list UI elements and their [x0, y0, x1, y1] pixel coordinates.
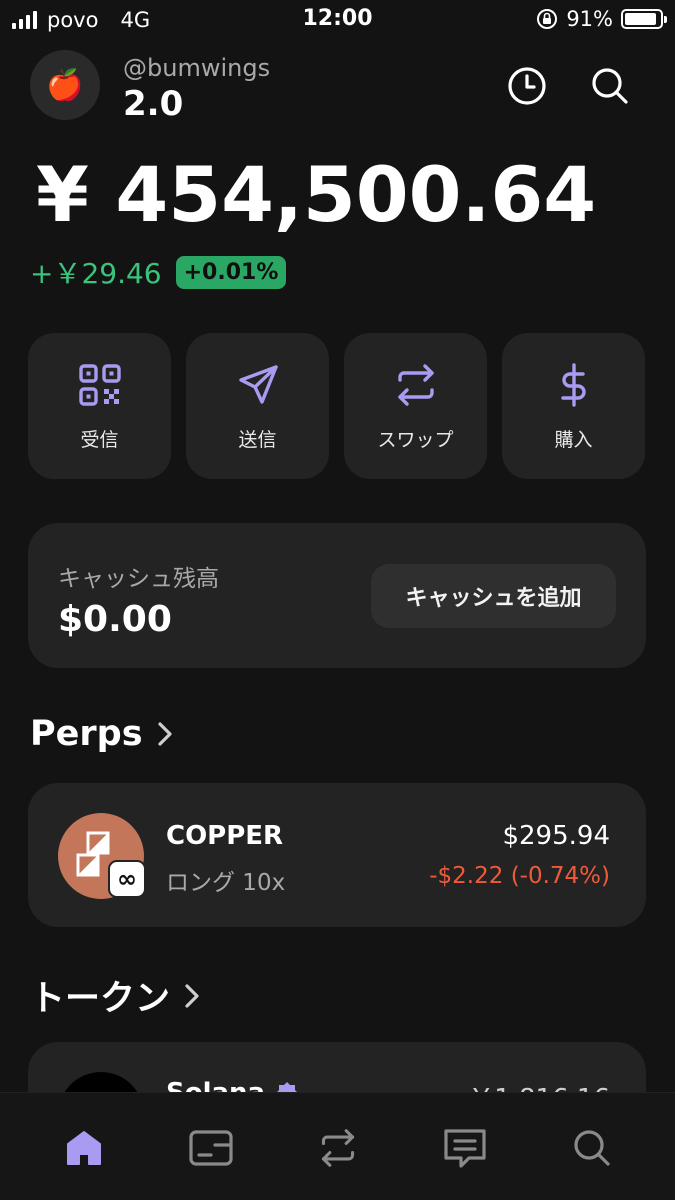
change-percent-badge: +0.01% — [175, 255, 287, 289]
cash-balance-label: キャッシュ残高 — [58, 566, 219, 592]
perp-change: -$2.22 (-0.74%) — [429, 863, 610, 889]
tokens-title: トークン — [30, 979, 171, 1019]
avatar[interactable]: 🍎 — [30, 50, 100, 120]
perp-position-row[interactable]: ∞ COPPER ロング 10x $295.94 -$2.22 (-0.74%) — [28, 783, 646, 927]
swap-icon — [397, 364, 434, 406]
qr-code-icon — [78, 364, 121, 406]
tab-search[interactable] — [562, 1123, 622, 1173]
buy-label: 購入 — [554, 429, 593, 451]
orientation-lock-icon — [537, 9, 558, 29]
account-name[interactable]: 2.0 — [123, 84, 183, 124]
send-icon — [238, 365, 278, 404]
swap-icon — [321, 1129, 354, 1167]
history-button[interactable] — [504, 63, 550, 109]
cash-balance-value: $0.00 — [58, 599, 172, 640]
perps-title: Perps — [30, 714, 143, 754]
account-handle[interactable]: @bumwings — [123, 54, 270, 82]
bottom-tab-bar — [0, 1092, 675, 1200]
search-icon — [592, 68, 628, 104]
change-amount: +￥29.46 — [30, 257, 162, 290]
action-buttons: 受信 送信 スワップ 購入 — [28, 333, 646, 479]
chat-icon — [443, 1129, 486, 1168]
receive-label: 受信 — [80, 429, 119, 451]
tab-messages[interactable] — [435, 1123, 495, 1173]
balance-change: +￥29.46 +0.01% — [30, 252, 287, 292]
battery-percent: 91% — [566, 7, 613, 31]
status-bar: povo 4G 12:00 91% — [0, 0, 675, 40]
home-icon — [66, 1131, 101, 1165]
tab-swap[interactable] — [308, 1123, 368, 1173]
perps-section-header[interactable]: Perps — [30, 714, 173, 754]
apple-emoji: 🍎 — [46, 67, 84, 103]
chevron-right-icon — [157, 722, 172, 746]
buy-button[interactable]: 購入 — [502, 333, 645, 479]
history-icon — [508, 67, 546, 105]
total-balance: ¥ 454,500.64 — [36, 150, 597, 239]
perp-price: $295.94 — [502, 821, 610, 851]
search-button[interactable] — [587, 63, 633, 109]
tab-home[interactable] — [54, 1123, 114, 1173]
search-icon — [573, 1130, 610, 1166]
tab-wallet[interactable] — [181, 1123, 241, 1173]
swap-button[interactable]: スワップ — [344, 333, 487, 479]
swap-label: スワップ — [377, 429, 454, 451]
tokens-section-header[interactable]: トークン — [30, 970, 200, 1021]
chevron-right-icon — [185, 983, 199, 1008]
infinity-badge-icon: ∞ — [108, 860, 146, 898]
receive-button[interactable]: 受信 — [28, 333, 171, 479]
wallet-card-icon — [188, 1130, 233, 1166]
dollar-icon — [560, 363, 586, 407]
send-button[interactable]: 送信 — [186, 333, 329, 479]
perp-position: ロング 10x — [166, 870, 286, 896]
add-cash-button[interactable]: キャッシュを追加 — [371, 564, 616, 628]
cash-balance-card: キャッシュ残高 $0.00 キャッシュを追加 — [28, 523, 646, 668]
send-label: 送信 — [238, 429, 277, 451]
battery-icon — [621, 9, 667, 29]
perp-name: COPPER — [166, 821, 284, 851]
